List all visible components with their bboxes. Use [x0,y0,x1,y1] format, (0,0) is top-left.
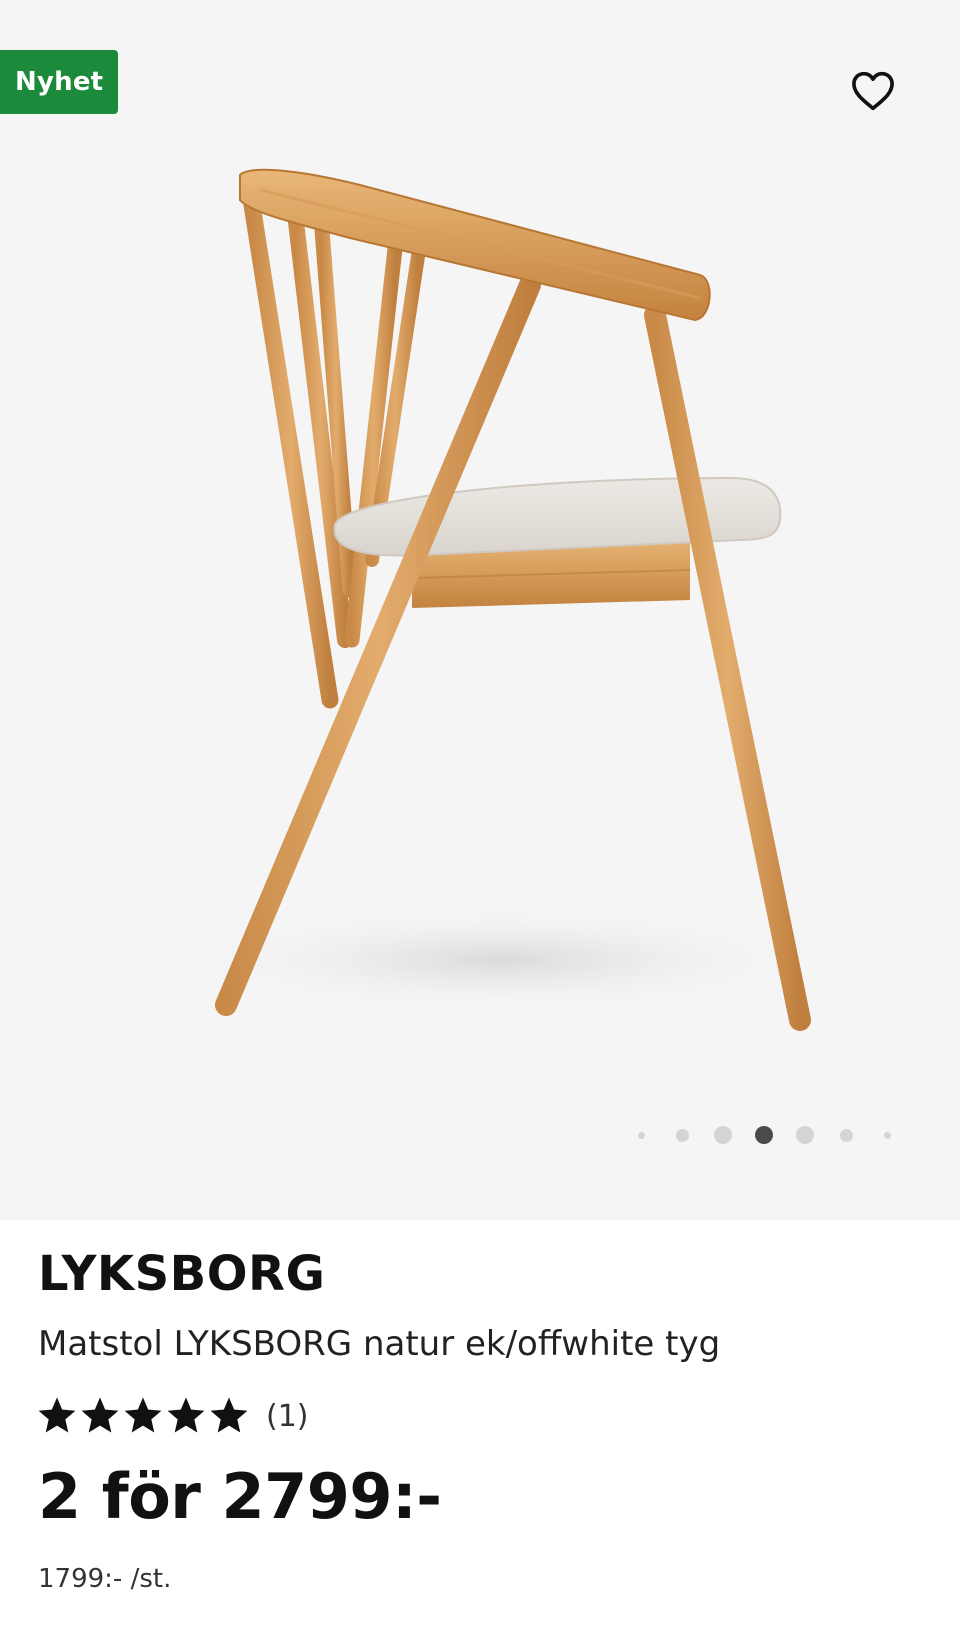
star-rating [38,1397,248,1435]
carousel-dot[interactable] [637,1131,645,1139]
unit-price: 1799:- /st. [38,1564,172,1594]
heart-icon [852,71,894,111]
product-brand: LYKSBORG [38,1246,326,1302]
star-icon [167,1397,205,1433]
favorite-button[interactable] [846,64,900,118]
star-icon [38,1397,76,1433]
star-icon [81,1397,119,1433]
product-image-gallery[interactable]: Nyhet [0,0,960,1220]
product-price: 2 för 2799:- [38,1460,442,1533]
carousel-dot[interactable] [714,1126,732,1144]
product-description: Matstol LYKSBORG natur ek/offwhite tyg [38,1324,721,1364]
carousel-dot[interactable] [883,1131,891,1139]
carousel-indicator [632,1126,892,1150]
carousel-dot[interactable] [675,1128,689,1142]
carousel-dot[interactable] [839,1128,853,1142]
star-icon [210,1397,248,1433]
star-icon [124,1397,162,1433]
product-rating[interactable]: (1) [38,1394,309,1438]
product-image[interactable] [0,0,960,1100]
carousel-dot-active[interactable] [755,1126,773,1144]
carousel-dot[interactable] [796,1126,814,1144]
new-badge: Nyhet [0,50,119,114]
review-count: (1) [266,1398,309,1434]
